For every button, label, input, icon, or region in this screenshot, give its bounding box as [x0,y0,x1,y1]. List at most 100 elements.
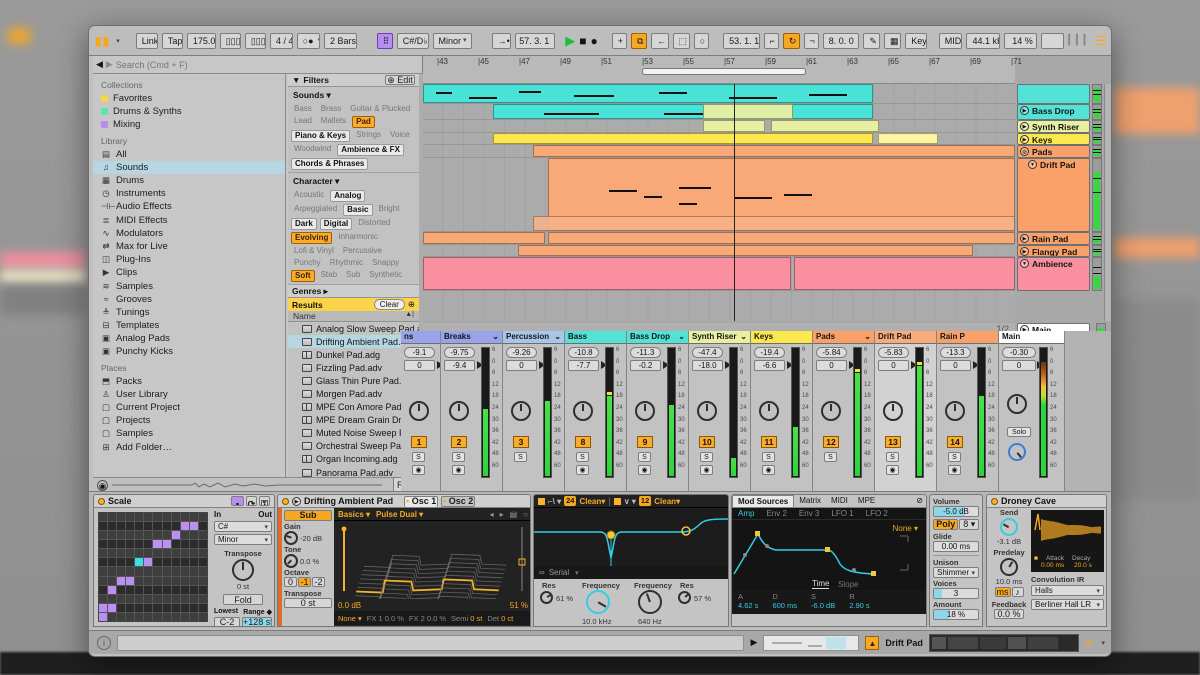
pan-knob[interactable] [409,401,429,421]
filter-tag-sub[interactable]: Sub [343,270,363,282]
unison-mode-menu[interactable]: Shimmer▾ [933,567,979,578]
track-number[interactable]: 14 [947,436,963,448]
result-item[interactable]: Analog Slow Sweep Pad.adv [288,322,419,335]
macro-transpose-value[interactable]: 0 st [284,598,332,608]
preview-play-icon[interactable]: ◉ [97,480,108,491]
pan-knob[interactable] [821,401,841,421]
play-button[interactable]: ▶ [565,33,575,49]
scale-grid-cell[interactable] [163,577,171,585]
tap-button[interactable]: Tap [162,33,183,49]
scale-grid-cell[interactable] [99,595,107,603]
tone-knob[interactable] [284,554,298,568]
scale-grid-cell[interactable] [126,595,134,603]
sidebar-item-clips[interactable]: ▶Clips [93,266,285,279]
results-name-column-header[interactable]: Name▲| [288,311,419,322]
scale-grid-cell[interactable] [163,549,171,557]
scale-grid-cell[interactable] [108,613,116,621]
track-number[interactable]: 8 [575,436,591,448]
clip[interactable] [493,104,873,119]
octave-minus1[interactable]: -1 [298,577,311,587]
track-lane[interactable] [423,232,1015,245]
scale-grid-cell[interactable] [144,531,152,539]
mixer-strip-breaks[interactable]: Breaks ⌄-9.75-9.42S◉6061218243036424860 [441,331,503,491]
gain-knob[interactable] [284,531,298,545]
clip[interactable] [493,133,873,144]
scale-grid-cell[interactable] [126,513,134,521]
scale-grid-cell[interactable] [163,540,171,548]
scale-grid-cell[interactable] [135,522,143,530]
warning-triangle-icon[interactable]: ▲ [865,636,879,650]
draw-pencil-button[interactable]: ✎ [863,33,880,49]
pan-knob[interactable] [883,401,903,421]
preview-volume-knob[interactable] [1008,443,1026,461]
scale-grid-cell[interactable] [181,522,189,530]
beat-time-ruler[interactable]: |43|45|47|49|51|53|55|57|59|61|63|65|67|… [423,56,1015,84]
solo-button[interactable]: S [514,452,527,462]
cue-button[interactable]: ◉ [886,465,899,475]
filter-tag-pad[interactable]: Pad [352,116,375,128]
filter-tag-inharmonic[interactable]: Inharmonic [335,232,381,244]
solo-button[interactable]: S [762,452,775,462]
result-item[interactable]: MPE Dream Grain Drone.adg [288,414,419,427]
device-scale-header[interactable]: Scale ▪ ⟳ ⚿ [94,495,274,508]
clip[interactable] [518,245,973,256]
scale-grid-cell[interactable] [181,595,189,603]
scale-grid-cell[interactable] [126,577,134,585]
sidebar-item-sounds[interactable]: ♫Sounds [93,161,285,174]
result-item[interactable]: Fizzling Pad.adv [288,361,419,374]
mixer-strip-name[interactable]: Percussion ⌄ [503,331,564,344]
glide-value[interactable]: 0.00 ms [933,541,979,552]
filter-tag-percussive[interactable]: Percussive [340,246,385,256]
track-gain-field[interactable]: -0.2 [630,360,661,371]
scale-grid-cell[interactable] [117,540,125,548]
track-volume-display[interactable]: -19.4 [754,347,785,358]
sidebar-item-current-project[interactable]: ▢Current Project [93,401,285,414]
scale-grid-cell[interactable] [135,586,143,594]
filter-tag-piano-keys[interactable]: Piano & Keys [291,130,350,142]
filter-tag-analog[interactable]: Analog [330,190,365,202]
scale-grid-cell[interactable] [153,522,161,530]
wt-category-menu[interactable]: Basics ▾ [338,510,370,519]
pan-knob[interactable] [759,401,779,421]
stop-button[interactable]: ■ [579,34,586,48]
mixer-strip-name[interactable]: ns [401,331,440,344]
filter-tag-lead[interactable]: Lead [291,116,315,128]
arrangement-lanes[interactable] [423,84,1015,321]
scale-grid-cell[interactable] [99,540,107,548]
track-gain-field[interactable]: 0 [878,360,909,371]
scale-grid-cell[interactable] [172,558,180,566]
filter2-on[interactable] [614,498,621,505]
track-number[interactable]: 9 [637,436,653,448]
filter1-type-icon[interactable]: ⌐\ ▾ [548,497,561,506]
wt-prev-icon[interactable]: ◂ [490,510,494,519]
filter-tag-soft[interactable]: Soft [291,270,315,282]
sidebar-item-analog-pads[interactable]: ▣Analog Pads [93,332,285,345]
track-play-icon[interactable]: ▶ [1020,247,1029,256]
filter1-on[interactable] [538,498,545,505]
search-input[interactable] [116,58,420,71]
clip[interactable] [878,133,938,144]
statusbar-caret-icon[interactable]: ▾ [1101,639,1105,647]
scale-grid-cell[interactable] [172,604,180,612]
scale-grid-cell[interactable] [190,586,198,594]
track-play-icon[interactable]: ◎ [1020,147,1029,156]
scale-grid-cell[interactable] [199,540,207,548]
scale-grid-cell[interactable] [181,586,189,594]
wt-det[interactable]: Det 0 ct [487,614,513,623]
track-header-drift-pad[interactable]: ▼Drift Pad [1017,158,1090,232]
scale-grid-cell[interactable] [153,558,161,566]
filter-tag-bright[interactable]: Bright [376,204,403,216]
scale-grid-cell[interactable] [108,531,116,539]
forward-arrow-icon[interactable]: ▶ [106,59,113,70]
quantize-menu[interactable]: 2 Bars▾ [324,33,357,49]
sidebar-item-samples[interactable]: ≋Samples [93,279,285,292]
wt-semi[interactable]: Semi 0 st [451,614,482,623]
tab-mpe[interactable]: MPE [853,495,880,507]
scale-grid-cell[interactable] [153,513,161,521]
transpose-knob[interactable] [232,559,254,581]
decay-field[interactable]: D600 ms [772,592,797,612]
chain-play-icon[interactable]: ▶ [750,637,757,648]
scale-grid-cell[interactable] [163,586,171,594]
sidebar-item-projects[interactable]: ▢Projects [93,414,285,427]
cpu-meter[interactable]: 14 %▾ [1004,33,1037,49]
